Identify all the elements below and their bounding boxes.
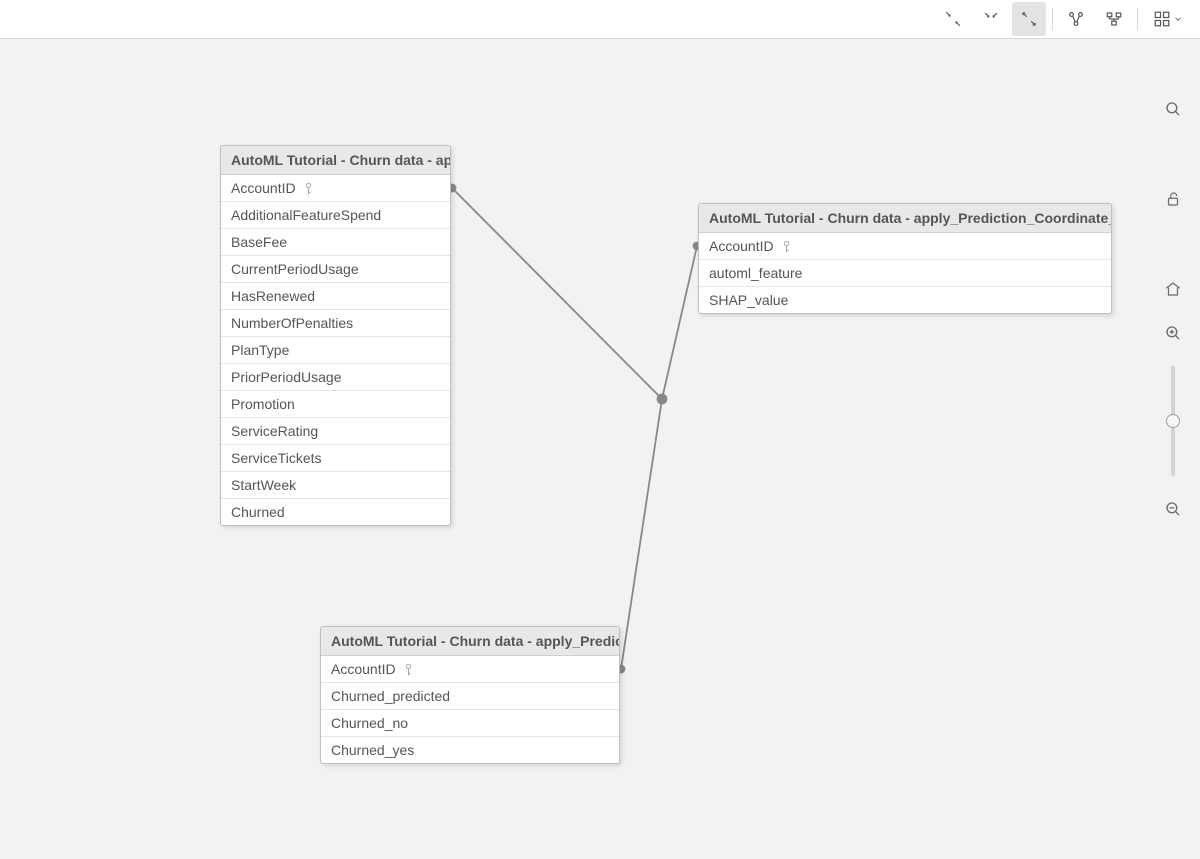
- field-name: AccountID: [231, 180, 296, 196]
- field-row[interactable]: Churned_no: [321, 710, 619, 737]
- field-name: PlanType: [231, 342, 289, 358]
- field-name: ServiceRating: [231, 423, 318, 439]
- field-name: PriorPeriodUsage: [231, 369, 342, 385]
- field-name: AccountID: [709, 238, 774, 254]
- field-name: HasRenewed: [231, 288, 315, 304]
- field-row[interactable]: ServiceTickets: [221, 445, 450, 472]
- table-header[interactable]: AutoML Tutorial - Churn data - apply: [221, 146, 450, 175]
- field-row[interactable]: CurrentPeriodUsage: [221, 256, 450, 283]
- views-dropdown-button[interactable]: [1144, 2, 1192, 36]
- top-toolbar: [0, 0, 1200, 39]
- field-name: Churned_yes: [331, 742, 414, 758]
- field-name: Churned_no: [331, 715, 408, 731]
- table-card-pred[interactable]: AutoML Tutorial - Churn data - apply_Pre…: [320, 626, 620, 764]
- field-row[interactable]: AccountID: [221, 175, 450, 202]
- field-row[interactable]: HasRenewed: [221, 283, 450, 310]
- key-icon: [402, 663, 415, 676]
- field-row[interactable]: Churned_yes: [321, 737, 619, 763]
- field-row[interactable]: StartWeek: [221, 472, 450, 499]
- field-name: BaseFee: [231, 234, 287, 250]
- key-icon: [780, 240, 793, 253]
- search-button[interactable]: [1158, 94, 1188, 124]
- layout-grid-button[interactable]: [1097, 2, 1131, 36]
- field-row[interactable]: automl_feature: [699, 260, 1111, 287]
- home-button[interactable]: [1158, 274, 1188, 304]
- field-name: AdditionalFeatureSpend: [231, 207, 381, 223]
- field-name: Churned_predicted: [331, 688, 450, 704]
- field-row[interactable]: NumberOfPenalties: [221, 310, 450, 337]
- chevron-down-icon: [1173, 14, 1183, 24]
- field-row[interactable]: PriorPeriodUsage: [221, 364, 450, 391]
- expand-button[interactable]: [1012, 2, 1046, 36]
- key-icon: [302, 182, 315, 195]
- field-name: StartWeek: [231, 477, 296, 493]
- field-name: AccountID: [331, 661, 396, 677]
- toolbar-separator: [1052, 8, 1053, 30]
- model-canvas[interactable]: AutoML Tutorial - Churn data - apply Acco…: [0, 39, 1200, 859]
- lock-open-button[interactable]: [1158, 184, 1188, 214]
- field-row[interactable]: AccountID: [321, 656, 619, 683]
- zoom-out-button[interactable]: [1158, 494, 1188, 524]
- layout-auto-button[interactable]: [1059, 2, 1093, 36]
- table-card-apply[interactable]: AutoML Tutorial - Churn data - apply Acco…: [220, 145, 451, 526]
- field-name: ServiceTickets: [231, 450, 322, 466]
- field-row[interactable]: ServiceRating: [221, 418, 450, 445]
- field-name: Churned: [231, 504, 285, 520]
- field-row[interactable]: Churned_predicted: [321, 683, 619, 710]
- field-name: SHAP_value: [709, 292, 788, 308]
- collapse-together-button[interactable]: [974, 2, 1008, 36]
- field-row[interactable]: Churned: [221, 499, 450, 525]
- zoom-slider-thumb[interactable]: [1166, 414, 1180, 428]
- field-row[interactable]: AccountID: [699, 233, 1111, 260]
- field-row[interactable]: Promotion: [221, 391, 450, 418]
- field-row[interactable]: BaseFee: [221, 229, 450, 256]
- field-name: CurrentPeriodUsage: [231, 261, 359, 277]
- table-card-shap[interactable]: AutoML Tutorial - Churn data - apply_Pre…: [698, 203, 1112, 314]
- field-name: Promotion: [231, 396, 295, 412]
- zoom-slider[interactable]: [1171, 366, 1175, 476]
- toolbar-separator: [1137, 8, 1138, 30]
- canvas-tools: [1158, 94, 1188, 524]
- table-header[interactable]: AutoML Tutorial - Churn data - apply_Pre…: [321, 627, 619, 656]
- collapse-in-button[interactable]: [936, 2, 970, 36]
- field-row[interactable]: PlanType: [221, 337, 450, 364]
- zoom-in-button[interactable]: [1158, 318, 1188, 348]
- field-row[interactable]: AdditionalFeatureSpend: [221, 202, 450, 229]
- field-row[interactable]: SHAP_value: [699, 287, 1111, 313]
- table-header[interactable]: AutoML Tutorial - Churn data - apply_Pre…: [699, 204, 1111, 233]
- field-name: NumberOfPenalties: [231, 315, 353, 331]
- field-name: automl_feature: [709, 265, 802, 281]
